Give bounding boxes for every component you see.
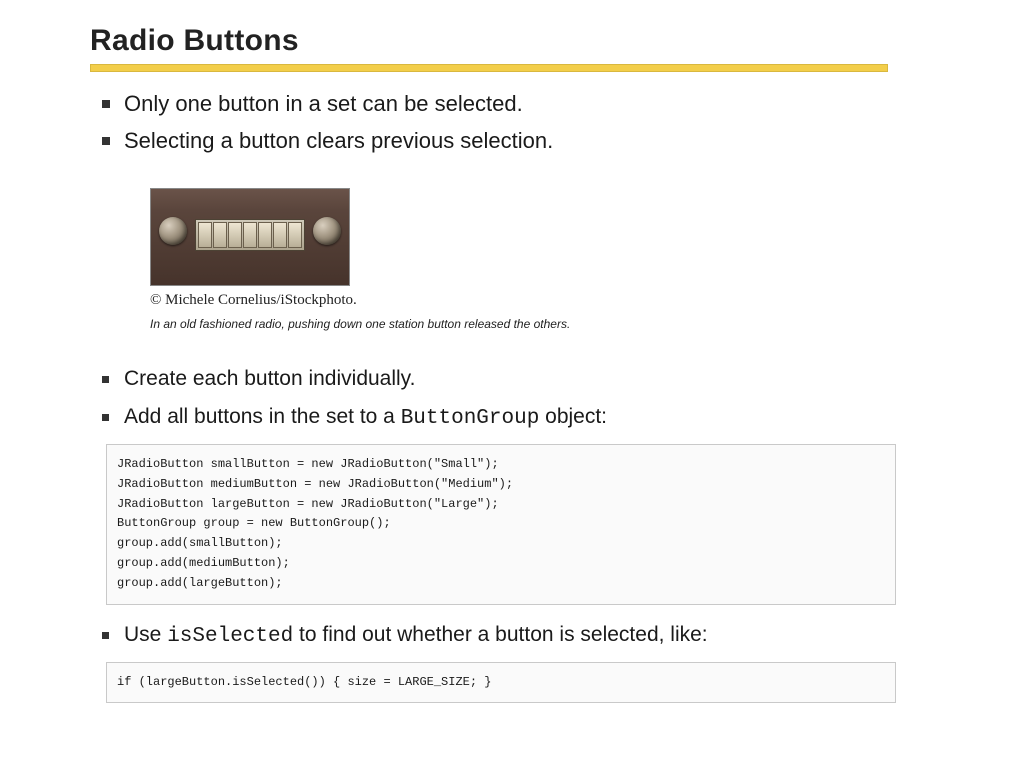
bullet-top-2: Selecting a button clears previous selec… — [102, 125, 934, 162]
bullet-mid-2: Add all buttons in the set to a ButtonGr… — [102, 401, 934, 440]
code-block-2: if (largeButton.isSelected()) { size = L… — [106, 662, 896, 704]
code-block-1: JRadioButton smallButton = new JRadioBut… — [106, 444, 896, 605]
top-bullets: Only one button in a set can be selected… — [90, 88, 934, 162]
bullet-mid-3-code: isSelected — [167, 625, 293, 648]
lower-bullets: Use isSelected to find out whether a but… — [90, 619, 934, 658]
preset-button-icon — [213, 222, 227, 248]
preset-button-icon — [258, 222, 272, 248]
figure: © Michele Cornelius/iStockphoto. In an o… — [150, 188, 934, 331]
radio-image — [150, 188, 350, 286]
bullet-mid-2-post: object: — [539, 405, 607, 428]
bullet-mid-1: Create each button individually. — [102, 363, 934, 401]
tuner-row — [195, 219, 305, 251]
preset-button-icon — [273, 222, 287, 248]
bullet-mid-3-post: to find out whether a button is selected… — [293, 623, 707, 646]
knob-right-icon — [313, 217, 341, 245]
mid-bullets: Create each button individually. Add all… — [90, 363, 934, 440]
preset-button-icon — [288, 222, 302, 248]
bullet-mid-3: Use isSelected to find out whether a but… — [102, 619, 934, 658]
preset-button-icon — [228, 222, 242, 248]
image-credit: © Michele Cornelius/iStockphoto. — [150, 292, 934, 309]
bullet-mid-3-pre: Use — [124, 623, 167, 646]
bullet-mid-2-code: ButtonGroup — [401, 407, 540, 430]
title-rule — [90, 64, 888, 72]
slide-title: Radio Buttons — [90, 24, 934, 58]
preset-button-icon — [198, 222, 212, 248]
knob-left-icon — [159, 217, 187, 245]
image-caption: In an old fashioned radio, pushing down … — [150, 317, 934, 331]
bullet-top-1: Only one button in a set can be selected… — [102, 88, 934, 125]
preset-button-icon — [243, 222, 257, 248]
bullet-mid-2-pre: Add all buttons in the set to a — [124, 405, 401, 428]
